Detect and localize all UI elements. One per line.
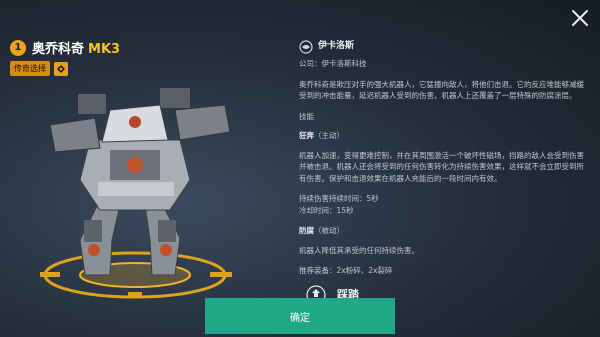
ability-1-stat-dot: 持续伤害持续时间：5秒 (299, 194, 379, 203)
robot-title: 奥乔科奇 MK3 (32, 38, 120, 57)
recommended-equipment: 推荐装备：2x粉碎、2x裂碎 (299, 266, 393, 275)
ability-1-description: 机器人加速，变得更难控制，并在其周围激活一个破坏性磁场，挡路的敌人会受到伤害并被… (299, 150, 584, 183)
company-line: 公司：伊卡洛斯科技 (299, 59, 367, 68)
robot-name: 奥乔科奇 (32, 42, 85, 57)
robot-preview-panel: 1 奥乔科奇 MK3 传奇选择 (0, 0, 290, 337)
company-name: 伊卡洛斯 (318, 41, 355, 52)
ability-1-title: 狂奔（主动） (299, 130, 589, 142)
robot-description: 奥乔科奇是欺压对手的强大机器人，它猛撞向敌人，将他们击退。它的反应堆能够减缓受到… (299, 79, 584, 101)
close-icon[interactable] (570, 8, 590, 28)
ability-2-name: 防腐 (299, 226, 314, 235)
abilities-label: 技能 (299, 111, 314, 121)
robot-header: 1 奥乔科奇 MK3 (10, 38, 120, 57)
ability-1-type: （主动） (314, 131, 344, 140)
confirm-button[interactable]: 确定 (205, 298, 395, 334)
robot-model-image[interactable] (40, 70, 240, 300)
ability-2-description: 机器人降低其承受的任何持续伤害。 (299, 245, 419, 255)
rank-badge: 1 (10, 39, 26, 56)
company-logo-icon (299, 40, 313, 54)
company-header: 伊卡洛斯 (299, 40, 589, 54)
ability-1-stat-cooldown: 冷却时间：15秒 (299, 205, 354, 215)
robot-weapon-left (49, 117, 101, 153)
ability-2-type: （被动） (314, 226, 344, 235)
ability-2-title: 防腐（被动） (299, 225, 589, 237)
ability-1-name: 狂奔 (299, 131, 314, 140)
robot-info-panel: 伊卡洛斯 公司：伊卡洛斯科技 奥乔科奇是欺压对手的强大机器人，它猛撞向敌人，将他… (299, 40, 589, 322)
robot-weapon-right (174, 104, 231, 141)
robot-model: MK3 (88, 42, 121, 57)
